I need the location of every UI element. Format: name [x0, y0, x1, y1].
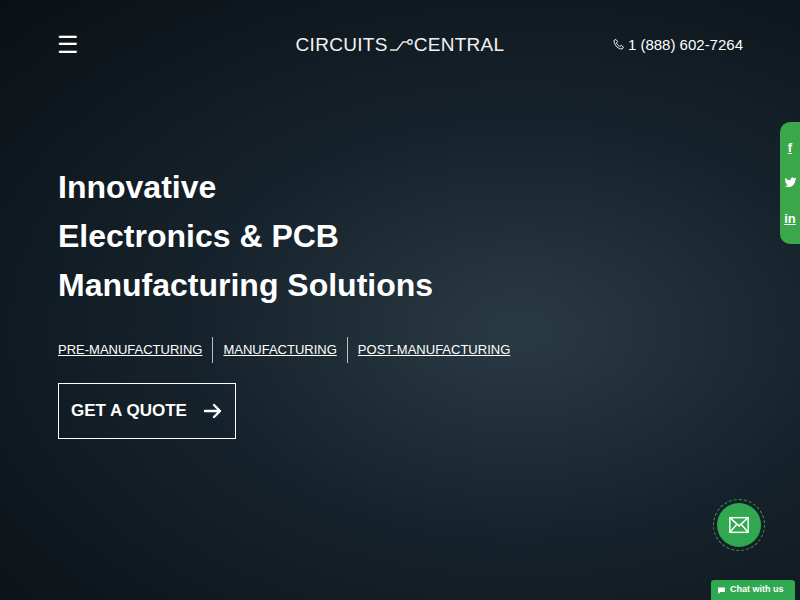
hero-page: ☰CIRCUITS CENTRAL 1 (888) 602-7264 Innovati…	[0, 0, 800, 600]
service-link[interactable]: POST-MANUFACTURING	[347, 337, 520, 363]
social-link[interactable]: in	[784, 212, 796, 225]
circuit-trace-icon	[389, 37, 413, 53]
social-tab: f in	[780, 122, 800, 244]
site-logo[interactable]: CIRCUITS CENTRAL	[296, 31, 505, 60]
hero-title: InnovativeElectronics & PCBManufacturing…	[58, 163, 800, 310]
hero-title-line: Manufacturing Solutions	[58, 261, 800, 310]
menu-button[interactable]: ☰	[57, 33, 296, 57]
get-quote-button[interactable]: GET A QUOTE	[58, 383, 236, 439]
mail-button[interactable]	[717, 503, 761, 547]
hero-section: InnovativeElectronics & PCBManufacturing…	[0, 163, 800, 439]
speech-bubble-icon	[717, 586, 726, 595]
service-links: PRE-MANUFACTURINGMANUFACTURINGPOST-MANUF…	[58, 337, 800, 363]
service-link[interactable]: PRE-MANUFACTURING	[58, 337, 212, 363]
hero-title-line: Electronics & PCB	[58, 212, 800, 261]
social-link[interactable]: f	[788, 141, 792, 154]
site-header: ☰CIRCUITS CENTRAL 1 (888) 602-7264	[0, 0, 800, 60]
service-link[interactable]: MANUFACTURING	[212, 337, 346, 363]
chat-tab[interactable]: Chat with us	[711, 580, 795, 600]
logo-left-text: CIRCUITS	[296, 31, 388, 60]
chat-label: Chat with us	[730, 583, 784, 597]
twitter-icon	[784, 176, 797, 189]
phone-icon	[612, 38, 626, 52]
envelope-icon	[728, 514, 750, 536]
get-quote-label: GET A QUOTE	[71, 399, 187, 423]
social-link[interactable]	[784, 176, 797, 189]
arrow-right-icon	[203, 401, 223, 421]
phone-number: 1 (888) 602-7264	[628, 34, 743, 57]
logo-right-text: CENTRAL	[414, 31, 505, 60]
phone-link[interactable]: 1 (888) 602-7264	[612, 34, 743, 57]
hero-title-line: Innovative	[58, 163, 800, 212]
